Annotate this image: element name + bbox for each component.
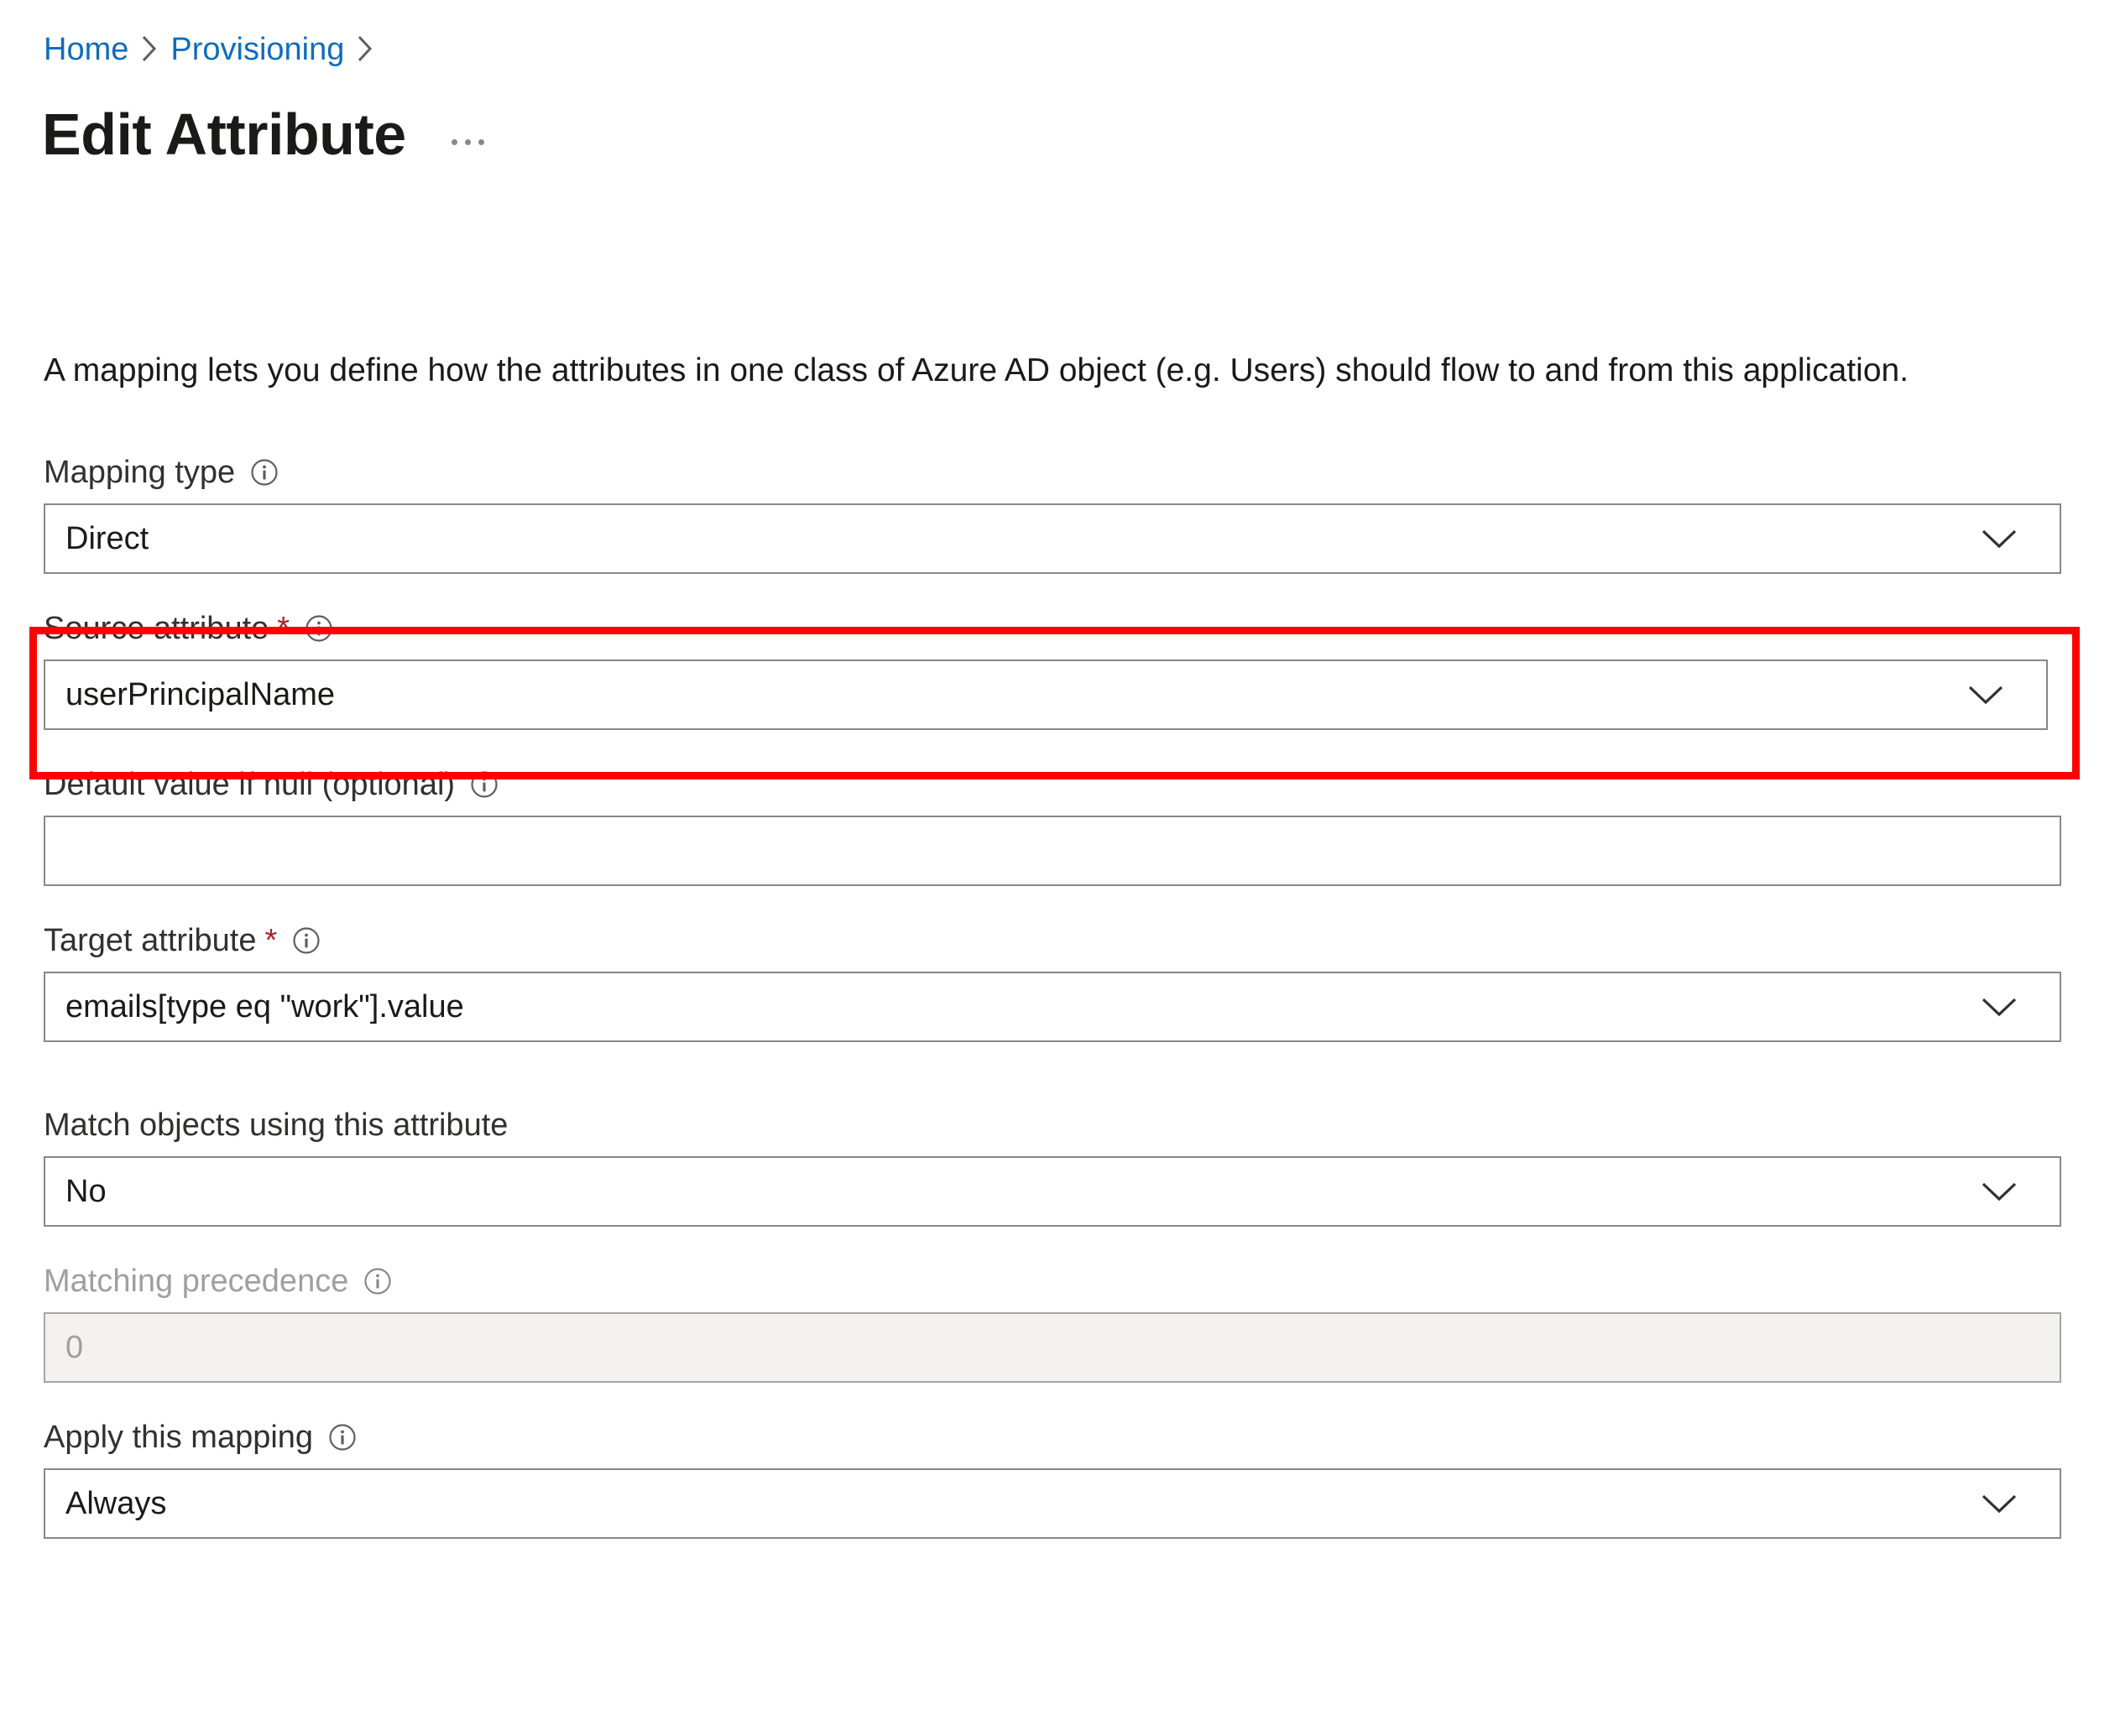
- mapping-type-dropdown[interactable]: Direct: [44, 503, 2061, 574]
- chevron-down-icon: [1979, 519, 2019, 559]
- label-text: Default value if null (optional): [44, 767, 456, 802]
- info-icon[interactable]: [470, 770, 499, 799]
- info-icon[interactable]: [250, 458, 279, 487]
- target-attribute-dropdown[interactable]: emails[type eq "work"].value: [44, 972, 2061, 1042]
- match-objects-dropdown[interactable]: No: [44, 1156, 2061, 1227]
- field-apply-mapping: Apply this mapping Always: [0, 1418, 2120, 1539]
- label-text: Match objects using this attribute: [44, 1108, 509, 1143]
- field-default-value: Default value if null (optional): [0, 765, 2120, 886]
- label-text: Mapping type: [44, 455, 236, 490]
- default-value-label: Default value if null (optional): [44, 765, 2061, 804]
- matching-precedence-value: 0: [65, 1329, 84, 1365]
- target-attribute-value: emails[type eq "work"].value: [65, 988, 464, 1024]
- apply-mapping-label: Apply this mapping: [44, 1418, 2061, 1457]
- label-text: Apply this mapping: [44, 1420, 314, 1455]
- source-attribute-label: Source attribute *: [44, 609, 2061, 648]
- apply-mapping-dropdown[interactable]: Always: [44, 1468, 2061, 1539]
- mapping-type-value: Direct: [65, 520, 149, 556]
- dot: [478, 138, 484, 145]
- page-header: Edit Attribute: [42, 101, 489, 168]
- field-mapping-type: Mapping type Direct: [0, 453, 2120, 574]
- chevron-down-icon: [1979, 1171, 2019, 1212]
- source-attribute-value: userPrincipalName: [65, 676, 336, 712]
- label-text: Source attribute: [44, 611, 269, 646]
- chevron-right-icon: [140, 34, 159, 63]
- edit-attribute-form: Mapping type Direct Source attribute * u…: [0, 453, 2120, 1539]
- dot: [451, 138, 457, 145]
- breadcrumb-item-home[interactable]: Home: [44, 30, 128, 69]
- label-text: Target attribute: [44, 923, 257, 958]
- matching-precedence-label: Matching precedence: [44, 1262, 2061, 1301]
- dot: [464, 138, 471, 145]
- matching-precedence-input: 0: [44, 1312, 2061, 1383]
- info-icon[interactable]: [363, 1267, 392, 1295]
- more-options-icon[interactable]: [446, 131, 489, 154]
- required-marker: *: [264, 923, 278, 958]
- target-attribute-label: Target attribute *: [44, 921, 2061, 960]
- field-matching-precedence: Matching precedence 0: [0, 1262, 2120, 1383]
- chevron-down-icon: [1966, 675, 2006, 715]
- edit-attribute-page: Home Provisioning Edit Attribute A mappi…: [0, 0, 2120, 1736]
- label-text: Matching precedence: [44, 1264, 349, 1299]
- breadcrumb-item-provisioning[interactable]: Provisioning: [170, 30, 344, 69]
- breadcrumb: Home Provisioning: [44, 30, 386, 69]
- required-marker: *: [277, 611, 290, 646]
- mapping-type-label: Mapping type: [44, 453, 2061, 492]
- apply-mapping-value: Always: [65, 1485, 167, 1521]
- info-icon[interactable]: [292, 926, 321, 955]
- match-objects-value: No: [65, 1173, 107, 1209]
- field-source-attribute: Source attribute * userPrincipalName: [0, 609, 2120, 730]
- match-objects-label: Match objects using this attribute: [44, 1106, 2061, 1144]
- default-value-input[interactable]: [44, 816, 2061, 886]
- info-icon[interactable]: [305, 614, 333, 643]
- field-match-objects: Match objects using this attribute No: [0, 1106, 2120, 1227]
- page-description: A mapping lets you define how the attrib…: [44, 352, 1909, 388]
- info-icon[interactable]: [328, 1423, 357, 1452]
- chevron-down-icon: [1979, 987, 2019, 1027]
- chevron-down-icon: [1979, 1483, 2019, 1524]
- source-attribute-dropdown[interactable]: userPrincipalName: [44, 659, 2048, 730]
- page-title: Edit Attribute: [42, 102, 406, 167]
- field-target-attribute: Target attribute * emails[type eq "work"…: [0, 921, 2120, 1042]
- chevron-right-icon: [356, 34, 374, 63]
